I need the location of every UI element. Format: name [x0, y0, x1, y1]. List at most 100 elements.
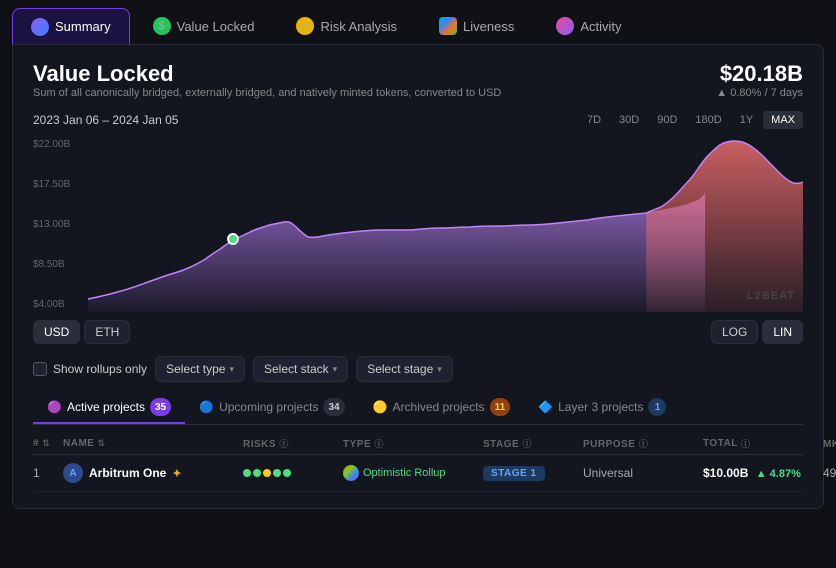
col-risks-label: RISKS [243, 439, 276, 450]
scale-group: LOG LIN [711, 320, 803, 344]
activity-icon [556, 17, 574, 35]
chart-subtitle: Sum of all canonically bridged, external… [33, 87, 501, 99]
col-header-name[interactable]: NAME ⇅ [63, 437, 243, 450]
row-total: $10.00B ▲ 4.87% [703, 466, 823, 480]
currency-usd[interactable]: USD [33, 320, 80, 344]
col-type-label: TYPE [343, 439, 371, 450]
range-7d[interactable]: 7D [579, 111, 609, 129]
col-header-purpose: PURPOSE ⓘ [583, 437, 703, 450]
col-total-label: TOTAL [703, 438, 738, 449]
row-name-text: Arbitrum One [89, 466, 166, 480]
tab-risk-analysis[interactable]: ⚠ Risk Analysis [277, 8, 416, 44]
tab-liveness-label: Liveness [463, 19, 514, 34]
tab-layer3-projects[interactable]: 🔷 Layer 3 projects 1 [524, 392, 680, 424]
chevron-down-icon: ▾ [333, 364, 338, 375]
filter-row: Show rollups only Select type ▾ Select s… [33, 356, 803, 382]
y-label-1: $17.50B [33, 179, 70, 190]
rollup-label: Show rollups only [53, 362, 147, 376]
currency-row: USD ETH LOG LIN [33, 320, 803, 344]
rollup-checkbox[interactable] [33, 362, 47, 376]
arbitrum-icon: A [63, 463, 83, 483]
risk-dot-4 [273, 469, 281, 477]
value-locked-title: Value Locked Sum of all canonically brid… [33, 61, 501, 107]
upcoming-projects-badge: 34 [323, 398, 344, 416]
filter-type-button[interactable]: Select type ▾ [155, 356, 245, 382]
filter-stage-label: Select stage [367, 362, 433, 376]
active-projects-icon: 🟣 [47, 400, 62, 414]
chart-marker-dot [228, 234, 238, 244]
layer3-projects-icon: 🔷 [538, 400, 553, 414]
info-icon: ⓘ [279, 439, 289, 449]
range-1y[interactable]: 1Y [732, 111, 761, 129]
y-label-3: $8.50B [33, 259, 70, 270]
col-name-label: NAME [63, 438, 94, 449]
tab-liveness[interactable]: Liveness [420, 8, 533, 44]
row-change: ▲ 4.87% [756, 468, 801, 480]
range-30d[interactable]: 30D [611, 111, 647, 129]
info-icon: ⓘ [374, 439, 384, 449]
row-type-text: Optimistic Rollup [363, 467, 446, 479]
tab-archived-projects[interactable]: 🟡 Archived projects 11 [359, 392, 525, 424]
risk-dot-2 [253, 469, 261, 477]
date-row: 2023 Jan 06 – 2024 Jan 05 7D 30D 90D 180… [33, 111, 803, 129]
nav-tabs: Summary $ Value Locked ⚠ Risk Analysis L… [0, 0, 836, 44]
filter-stack-button[interactable]: Select stack ▾ [253, 356, 348, 382]
col-header-num[interactable]: # ⇅ [33, 437, 63, 450]
row-total-value: $10.00B [703, 466, 748, 480]
tab-active-projects[interactable]: 🟣 Active projects 35 [33, 392, 185, 424]
tab-activity-label: Activity [580, 19, 621, 34]
range-max[interactable]: MAX [763, 111, 803, 129]
chart-title: Value Locked [33, 61, 501, 87]
row-risks [243, 466, 343, 480]
layer3-projects-label: Layer 3 projects [558, 400, 643, 414]
col-header-type: TYPE ⓘ [343, 437, 483, 450]
chart-period: / 7 days [764, 87, 803, 99]
scale-log[interactable]: LOG [711, 320, 758, 344]
filter-stack-label: Select stack [264, 362, 329, 376]
active-projects-label: Active projects [67, 400, 145, 414]
col-header-mktshare: MKT SHARE ⓘ [823, 437, 836, 450]
range-buttons: 7D 30D 90D 180D 1Y MAX [579, 111, 803, 129]
col-header-total[interactable]: TOTAL ⓘ [703, 437, 823, 450]
risk-indicators [243, 469, 291, 477]
row-stage: STAGE 1 [483, 465, 583, 481]
rollup-toggle[interactable]: Show rollups only [33, 362, 147, 376]
chart-watermark: L2BEAT [747, 290, 795, 302]
chart-svg-area: L2BEAT [88, 137, 803, 312]
tab-activity[interactable]: Activity [537, 8, 640, 44]
filter-stage-button[interactable]: Select stage ▾ [356, 356, 453, 382]
y-label-4: $4.00B [33, 299, 70, 310]
scale-lin[interactable]: LIN [762, 320, 803, 344]
col-header-stage: STAGE ⓘ [483, 437, 583, 450]
tab-upcoming-projects[interactable]: 🔵 Upcoming projects 34 [185, 392, 358, 424]
chart-area-red [646, 141, 803, 312]
verified-icon: ✦ [172, 467, 181, 480]
risk-dot-1 [243, 469, 251, 477]
chart-change-value: ▲ 0.80% [716, 87, 761, 99]
tab-value-locked-label: Value Locked [177, 19, 255, 34]
col-mktshare-label: MKT SHARE [823, 439, 836, 450]
row-purpose: Universal [583, 466, 703, 480]
table-header: # ⇅ NAME ⇅ RISKS ⓘ TYPE ⓘ STAGE ⓘ PURPOS… [33, 433, 803, 455]
row-name: A Arbitrum One ✦ [63, 463, 243, 483]
y-label-0: $22.00B [33, 139, 70, 150]
currency-eth[interactable]: ETH [84, 320, 130, 344]
value-locked-icon: $ [153, 17, 171, 35]
chart-amount: $20.18B [716, 61, 803, 87]
tab-value-locked[interactable]: $ Value Locked [134, 8, 274, 44]
currency-group: USD ETH [33, 320, 130, 344]
range-90d[interactable]: 90D [649, 111, 685, 129]
chart-area-purple [88, 192, 705, 312]
tab-summary[interactable]: Summary [12, 8, 130, 44]
range-180d[interactable]: 180D [687, 111, 729, 129]
date-range-label: 2023 Jan 06 – 2024 Jan 05 [33, 113, 178, 127]
project-tabs: 🟣 Active projects 35 🔵 Upcoming projects… [33, 392, 803, 425]
value-locked-header: Value Locked Sum of all canonically brid… [33, 61, 803, 107]
info-icon: ⓘ [741, 437, 751, 450]
col-header-risks: RISKS ⓘ [243, 437, 343, 450]
active-projects-badge: 35 [150, 398, 171, 416]
liveness-icon [439, 17, 457, 35]
y-label-2: $13.00B [33, 219, 70, 230]
row-num: 1 [33, 466, 63, 480]
tab-risk-analysis-label: Risk Analysis [320, 19, 397, 34]
